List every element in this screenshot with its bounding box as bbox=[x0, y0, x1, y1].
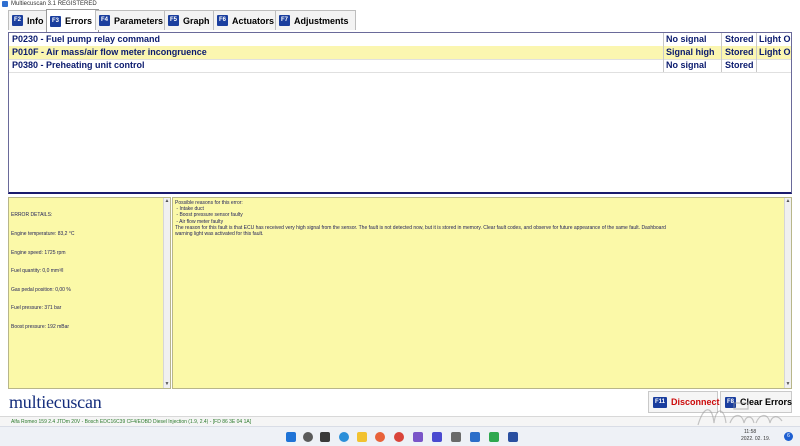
file-explorer-icon[interactable] bbox=[357, 432, 367, 442]
error-row-selected[interactable]: P010F - Air mass/air flow meter incongru… bbox=[9, 46, 791, 59]
tab-bar: F2 Info F3 Errors F4 Parameters F5 Graph… bbox=[0, 9, 800, 32]
scroll-down-icon[interactable]: ▼ bbox=[164, 381, 170, 388]
tab-actuators[interactable]: F6 Actuators bbox=[213, 10, 282, 30]
details-scrollbar[interactable]: ▲ ▼ bbox=[163, 198, 170, 388]
detail-line: Engine temperature: 83,2 °C bbox=[11, 231, 75, 238]
tab-info-label: Info bbox=[27, 15, 44, 26]
reasons-text: Possible reasons for this error: - Intak… bbox=[175, 200, 775, 237]
detail-line: Gas pedal position: 0,00 % bbox=[11, 286, 71, 293]
f6-key-badge: F6 bbox=[217, 15, 229, 26]
f3-key-badge: F3 bbox=[50, 15, 62, 27]
tab-graph[interactable]: F5 Graph bbox=[164, 10, 217, 30]
disconnect-label: Disconnect bbox=[671, 397, 720, 407]
error-list: P0230 - Fuel pump relay command No signa… bbox=[8, 32, 792, 194]
error-light bbox=[756, 59, 791, 72]
error-row[interactable]: P0380 - Preheating unit control No signa… bbox=[9, 59, 791, 72]
detail-line: Engine speed: 1725 rpm bbox=[11, 249, 66, 256]
scroll-down-icon[interactable]: ▼ bbox=[785, 381, 791, 388]
error-signal: No signal bbox=[663, 33, 720, 46]
task-view-icon[interactable] bbox=[320, 432, 330, 442]
multiecuscan-taskbar-icon[interactable] bbox=[508, 432, 518, 442]
reasons-scrollbar[interactable]: ▲ ▼ bbox=[784, 198, 791, 388]
tab-errors[interactable]: F3 Errors bbox=[46, 9, 100, 32]
clock-time[interactable]: 11:58 bbox=[744, 429, 756, 436]
window-title: Multiecuscan 3.1 REGISTERED bbox=[11, 1, 97, 7]
clear-errors-button[interactable]: F8 Clear Errors bbox=[720, 391, 792, 413]
possible-reasons-panel[interactable]: Possible reasons for this error: - Intak… bbox=[172, 197, 792, 389]
error-details-panel[interactable]: ERROR DETAILS: Engine temperature: 83,2 … bbox=[8, 197, 171, 389]
f2-key-badge: F2 bbox=[12, 15, 24, 26]
status-bar: Alfa Romeo 159 2.4 JTDm 20V - Bosch EDC1… bbox=[0, 416, 800, 426]
clock-date[interactable]: 2022. 02. 19. bbox=[741, 436, 770, 443]
error-status: Stored bbox=[721, 59, 756, 72]
error-signal: Signal high bbox=[663, 46, 720, 59]
viber-icon[interactable] bbox=[413, 432, 423, 442]
clear-errors-label: Clear Errors bbox=[740, 397, 793, 407]
f7-key-badge: F7 bbox=[279, 15, 291, 26]
tab-parameters[interactable]: F4 Parameters bbox=[95, 10, 171, 30]
calculator-icon[interactable] bbox=[451, 432, 461, 442]
error-light: Light ON bbox=[756, 33, 791, 46]
notification-badge[interactable]: 6 bbox=[784, 432, 793, 441]
error-code: P010F - Air mass/air flow meter incongru… bbox=[12, 47, 207, 57]
error-signal: No signal bbox=[663, 59, 720, 72]
tab-graph-label: Graph bbox=[183, 15, 210, 26]
multiecuscan-logo: multiecuscan bbox=[9, 392, 102, 412]
title-bar: Multiecuscan 3.1 REGISTERED bbox=[0, 0, 800, 8]
scroll-up-icon[interactable]: ▲ bbox=[164, 198, 170, 205]
details-heading: ERROR DETAILS: bbox=[11, 212, 53, 219]
disconnect-button[interactable]: F11 Disconnect bbox=[648, 391, 720, 413]
error-details-text: ERROR DETAILS: Engine temperature: 83,2 … bbox=[11, 200, 74, 343]
error-status: Stored bbox=[721, 33, 756, 46]
vehicle-status-text: Alfa Romeo 159 2.4 JTDm 20V - Bosch EDC1… bbox=[11, 419, 252, 425]
windows-taskbar: 11:58 2022. 02. 19. 6 bbox=[0, 426, 800, 446]
tab-adjustments-label: Adjustments bbox=[294, 15, 349, 26]
edge-browser-icon[interactable] bbox=[339, 432, 349, 442]
chrome-icon[interactable] bbox=[394, 432, 404, 442]
app-icon bbox=[2, 1, 8, 7]
excel-icon[interactable] bbox=[489, 432, 499, 442]
f4-key-badge: F4 bbox=[99, 15, 111, 26]
search-icon[interactable] bbox=[303, 432, 313, 442]
error-code: P0380 - Preheating unit control bbox=[12, 60, 145, 70]
tab-parameters-label: Parameters bbox=[114, 15, 164, 26]
error-status: Stored bbox=[721, 46, 756, 59]
media-app-icon[interactable] bbox=[432, 432, 442, 442]
tab-info[interactable]: F2 Info bbox=[8, 10, 51, 30]
mail-icon[interactable] bbox=[470, 432, 480, 442]
reason-description: warning light was activated for this fau… bbox=[175, 231, 264, 238]
f11-key-badge: F11 bbox=[653, 396, 668, 408]
f8-key-badge: F8 bbox=[725, 396, 737, 408]
detail-line: Fuel quantity: 0,0 mm³/I bbox=[11, 268, 64, 275]
tab-adjustments[interactable]: F7 Adjustments bbox=[275, 10, 356, 30]
error-row[interactable]: P0230 - Fuel pump relay command No signa… bbox=[9, 33, 791, 46]
row-divider bbox=[9, 72, 791, 73]
tab-actuators-label: Actuators bbox=[232, 15, 275, 26]
detail-line: Boost pressure: 192 mBar bbox=[11, 324, 70, 331]
detail-line: Fuel pressure: 371 bar bbox=[11, 305, 62, 312]
start-menu-icon[interactable] bbox=[286, 432, 296, 442]
scroll-up-icon[interactable]: ▲ bbox=[785, 198, 791, 205]
error-light: Light ON bbox=[756, 46, 791, 59]
firefox-icon[interactable] bbox=[375, 432, 385, 442]
f5-key-badge: F5 bbox=[168, 15, 180, 26]
error-code: P0230 - Fuel pump relay command bbox=[12, 34, 161, 44]
tab-errors-label: Errors bbox=[65, 16, 93, 26]
